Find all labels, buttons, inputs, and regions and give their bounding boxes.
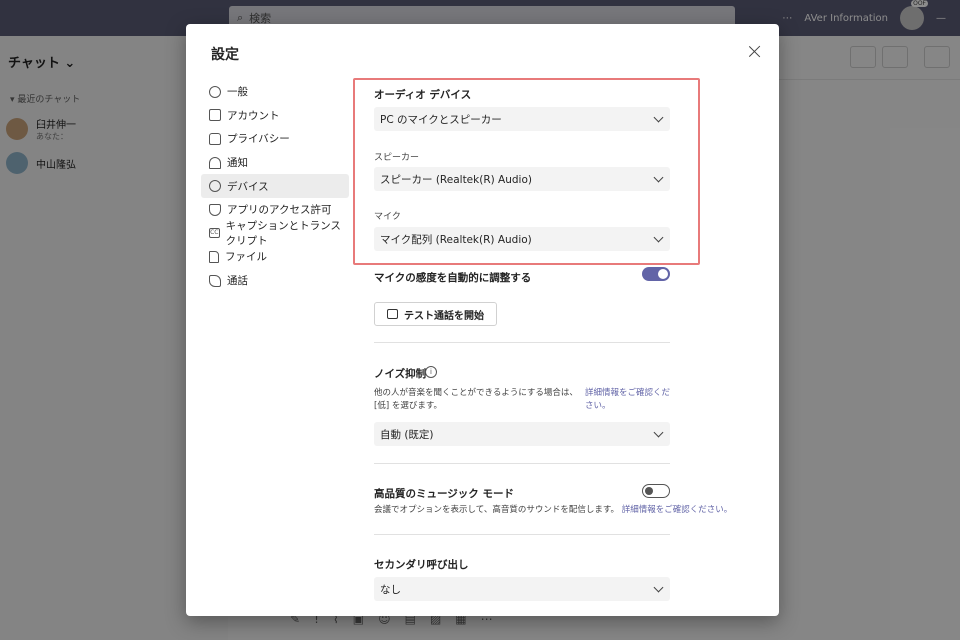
divider <box>374 463 670 464</box>
nav-label: デバイス <box>227 180 269 193</box>
nav-label: 一般 <box>227 86 248 99</box>
music-mode-toggle[interactable] <box>642 484 670 498</box>
phone-icon <box>209 274 221 287</box>
nav-item-account[interactable]: アカウント <box>201 104 349 128</box>
mic-dropdown[interactable]: マイク配列 (Realtek(R) Audio) <box>374 227 670 251</box>
dropdown-value: なし <box>380 583 401 596</box>
nav-label: アカウント <box>227 109 280 122</box>
secondary-ringer-dropdown[interactable]: なし <box>374 577 670 601</box>
nav-item-privacy[interactable]: プライバシー <box>201 127 349 151</box>
close-icon[interactable] <box>747 44 763 60</box>
nav-item-calls[interactable]: 通話 <box>201 269 349 293</box>
nav-item-general[interactable]: 一般 <box>201 80 349 104</box>
noise-suppression-title: ノイズ抑制 <box>374 368 427 380</box>
dropdown-value: PC のマイクとスピーカー <box>380 113 502 126</box>
info-icon[interactable]: i <box>425 366 437 378</box>
chevron-down-icon <box>653 232 664 243</box>
settings-nav: 一般 アカウント プライバシー 通知 デバイス アプリのアクセス許可 CC キャ… <box>201 80 349 292</box>
auto-adjust-label: マイクの感度を自動的に調整する <box>374 272 532 284</box>
nav-item-files[interactable]: ファイル <box>201 245 349 269</box>
music-mode-description: 会議でオプションを表示して、高音質のサウンドを配信します。 詳細情報をご確認くだ… <box>374 504 732 517</box>
id-card-icon <box>209 109 221 122</box>
audio-devices-title: オーディオ デバイス <box>374 89 472 101</box>
dialog-title: 設定 <box>211 47 239 63</box>
mic-label: マイク <box>374 212 401 222</box>
dropdown-value: スピーカー (Realtek(R) Audio) <box>380 173 532 186</box>
nav-label: ファイル <box>225 251 267 264</box>
auto-adjust-toggle[interactable] <box>642 267 670 281</box>
shield-icon <box>209 203 221 216</box>
test-call-button[interactable]: テスト通話を開始 <box>374 302 497 326</box>
audio-device-dropdown[interactable]: PC のマイクとスピーカー <box>374 107 670 131</box>
bell-icon <box>209 156 221 169</box>
dropdown-value: マイク配列 (Realtek(R) Audio) <box>380 233 532 246</box>
test-call-icon <box>387 309 398 319</box>
noise-learn-more-link[interactable]: 詳細情報をご確認ください。 <box>585 387 675 413</box>
settings-dialog: 設定 一般 アカウント プライバシー 通知 デバイス アプリのアクセス許可 CC <box>186 24 779 616</box>
headset-icon <box>209 180 221 193</box>
nav-label: プライバシー <box>227 133 290 146</box>
music-mode-title: 高品質のミュージック モード <box>374 488 514 500</box>
nav-label: アプリのアクセス許可 <box>227 204 332 217</box>
chevron-down-icon <box>653 427 664 438</box>
noise-description: 他の人が音楽を聞くことができるようにする場合は、[低] を選びます。 <box>374 388 578 411</box>
nav-item-devices[interactable]: デバイス <box>201 174 349 198</box>
cc-icon: CC <box>209 228 220 239</box>
file-icon <box>209 250 219 263</box>
speaker-dropdown[interactable]: スピーカー (Realtek(R) Audio) <box>374 167 670 191</box>
chevron-down-icon <box>653 172 664 183</box>
secondary-ringer-title: セカンダリ呼び出し <box>374 559 469 571</box>
nav-item-notifications[interactable]: 通知 <box>201 151 349 175</box>
chevron-down-icon <box>653 582 664 593</box>
nav-label: 通話 <box>227 275 248 288</box>
chevron-down-icon <box>653 112 664 123</box>
divider <box>374 534 670 535</box>
nav-item-captions[interactable]: CC キャプションとトランスクリプト <box>201 220 349 247</box>
nav-label: キャプションとトランスクリプト <box>225 220 341 248</box>
music-desc-text: 会議でオプションを表示して、高音質のサウンドを配信します。 <box>374 505 619 515</box>
nav-label: 通知 <box>227 157 248 170</box>
divider <box>374 342 670 343</box>
speaker-label: スピーカー <box>374 153 420 163</box>
button-label: テスト通話を開始 <box>404 310 484 322</box>
noise-suppression-dropdown[interactable]: 自動 (既定) <box>374 422 670 446</box>
music-learn-more-link[interactable]: 詳細情報をご確認ください。 <box>622 505 733 515</box>
gear-icon <box>209 85 221 98</box>
lock-icon <box>209 132 221 145</box>
dropdown-value: 自動 (既定) <box>380 428 434 441</box>
